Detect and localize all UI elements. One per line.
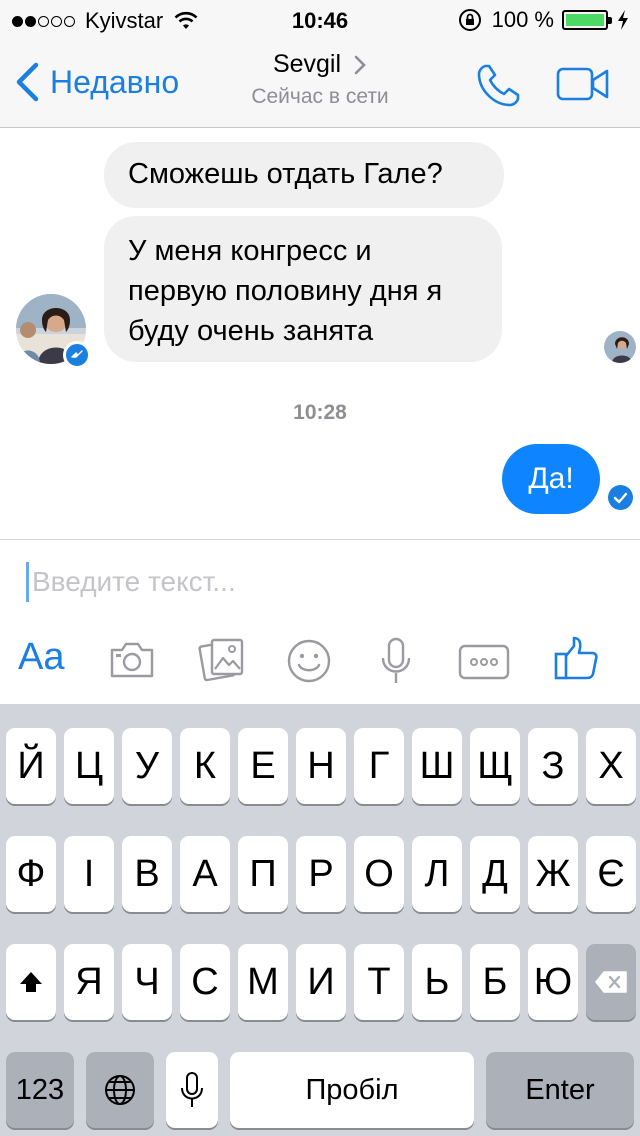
key[interactable]: Е — [238, 728, 288, 804]
presence-status: Сейчас в сети — [251, 85, 389, 108]
space-key[interactable]: Пробіл — [230, 1052, 474, 1128]
battery-icon — [562, 10, 612, 30]
key[interactable]: Р — [296, 836, 346, 912]
text-cursor — [26, 562, 29, 602]
read-receipt-avatar — [604, 331, 636, 363]
microphone-icon — [181, 1072, 203, 1107]
key[interactable]: Ю — [528, 944, 578, 1020]
backspace-key[interactable] — [586, 944, 636, 1020]
key[interactable]: Й — [6, 728, 56, 804]
backspace-icon — [595, 971, 627, 993]
key[interactable]: И — [296, 944, 346, 1020]
shift-key[interactable] — [6, 944, 56, 1020]
numbers-key[interactable]: 123 — [6, 1052, 74, 1128]
message-input[interactable] — [32, 560, 612, 604]
key[interactable]: Є — [586, 836, 636, 912]
keyboard: Й Ц У К Е Н Г Ш Щ З Х Ф І В А П Р О Л Д … — [0, 704, 640, 1136]
status-bar: Kyivstar 10:46 100 % — [0, 0, 640, 40]
key[interactable]: Ш — [412, 728, 462, 804]
key[interactable]: П — [238, 836, 288, 912]
key[interactable]: Х — [586, 728, 636, 804]
globe-key[interactable] — [86, 1052, 154, 1128]
camera-icon[interactable] — [108, 640, 156, 685]
key[interactable]: Ж — [528, 836, 578, 912]
key[interactable]: С — [180, 944, 230, 1020]
key[interactable]: Ч — [122, 944, 172, 1020]
key[interactable]: Я — [64, 944, 114, 1020]
message-timestamp: 10:28 — [293, 401, 347, 424]
dictation-key[interactable] — [166, 1052, 218, 1128]
key[interactable]: З — [528, 728, 578, 804]
video-call-button[interactable] — [556, 66, 610, 107]
globe-icon — [105, 1075, 135, 1105]
phone-icon — [477, 64, 520, 107]
key[interactable]: Д — [470, 836, 520, 912]
charging-icon — [618, 10, 628, 30]
key[interactable]: Ц — [64, 728, 114, 804]
microphone-icon[interactable] — [380, 636, 412, 691]
phone-call-button[interactable] — [474, 62, 522, 115]
key[interactable]: К — [180, 728, 230, 804]
key[interactable]: О — [354, 836, 404, 912]
more-icon[interactable] — [458, 644, 510, 685]
key[interactable]: Г — [354, 728, 404, 804]
chevron-right-icon — [354, 55, 366, 74]
key[interactable]: А — [180, 836, 230, 912]
composer: Aa — [0, 539, 640, 704]
contact-name: Sevgil — [272, 50, 342, 78]
emoji-icon[interactable] — [286, 638, 332, 689]
key[interactable]: Б — [470, 944, 520, 1020]
key[interactable]: Л — [412, 836, 462, 912]
messenger-badge-icon — [63, 341, 91, 369]
rotation-lock-icon — [458, 9, 481, 31]
key[interactable]: І — [64, 836, 114, 912]
key[interactable]: Щ — [470, 728, 520, 804]
message-list[interactable]: Сможешь отдать Гале? У меня конгресс и п… — [0, 129, 640, 539]
conversation-title[interactable]: Sevgil Сейчас в сети — [0, 50, 640, 109]
delivered-check-icon — [608, 485, 633, 510]
text-format-icon[interactable]: Aa — [18, 636, 64, 679]
video-camera-icon — [556, 67, 609, 101]
incoming-message[interactable]: У меня конгресс и первую половину дня я … — [104, 216, 502, 362]
key[interactable]: В — [122, 836, 172, 912]
gallery-icon[interactable] — [198, 634, 246, 687]
key[interactable]: Т — [354, 944, 404, 1020]
key[interactable]: М — [238, 944, 288, 1020]
outgoing-message[interactable]: Да! — [502, 444, 600, 514]
key[interactable]: Ь — [412, 944, 462, 1020]
incoming-message[interactable]: Сможешь отдать Гале? — [104, 142, 504, 208]
nav-bar: Недавно Sevgil Сейчас в сети — [0, 40, 640, 128]
key[interactable]: У — [122, 728, 172, 804]
enter-key[interactable]: Enter — [486, 1052, 634, 1128]
shift-arrow-icon — [20, 972, 42, 992]
key[interactable]: Н — [296, 728, 346, 804]
thumbs-up-icon[interactable] — [552, 634, 600, 687]
key[interactable]: Ф — [6, 836, 56, 912]
battery-percent: 100 % — [491, 7, 554, 32]
status-right: 100 % — [458, 7, 630, 33]
